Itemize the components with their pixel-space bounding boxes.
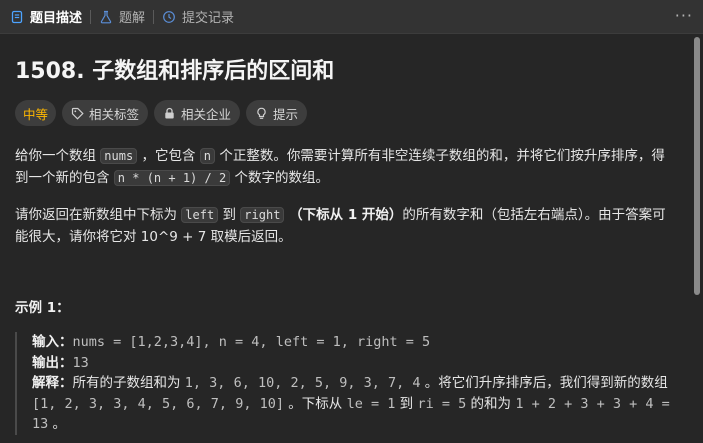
text: 到 (218, 207, 241, 223)
problem-title: 1508. 子数组和排序后的区间和 (15, 59, 335, 84)
inline-code: left (181, 207, 219, 223)
inline-code: n (199, 148, 216, 164)
tab-bar: 题目描述 题解 提交记录 ··· (0, 0, 703, 34)
text: 所有的子数组和为 (72, 375, 185, 391)
output-label: 输出： (32, 354, 73, 371)
text: 。将它们升序排序后，我们得到新的数组 (420, 375, 668, 391)
tab-submissions[interactable]: 提交记录 (154, 0, 242, 34)
tab-submissions-label: 提交记录 (182, 11, 235, 26)
example-output-line: 输出：13 (32, 353, 672, 374)
difficulty-badge: 中等 (15, 100, 57, 126)
example-input-line: 输入：nums = [1,2,3,4], n = 4, left = 1, ri… (32, 332, 672, 353)
tag-row: 中等 相关标签 相关企业 提示 (15, 100, 672, 126)
history-clock-icon (162, 10, 176, 24)
mono-text: le = 1 (346, 395, 396, 412)
example-explanation: 解释：所有的子数组和为 1, 3, 6, 10, 2, 5, 9, 3, 7, … (32, 373, 672, 435)
text: 的和为 (466, 395, 516, 412)
input-value: nums = [1,2,3,4], n = 4, left = 1, right… (72, 334, 431, 350)
text: 请你返回在新数组中下标为 (15, 207, 182, 223)
explanation-label: 解释： (32, 375, 73, 391)
mono-text: [1, 2, 3, 3, 4, 5, 6, 7, 9, 10] (32, 395, 284, 412)
text: ，它包含 (137, 148, 200, 164)
lock-icon (163, 107, 176, 120)
document-icon (10, 10, 24, 24)
lightbulb-icon (255, 107, 268, 120)
mono-text: ri = 5 (417, 395, 467, 412)
text: 。 (48, 416, 67, 432)
related-tags-button[interactable]: 相关标签 (62, 100, 149, 126)
mono-text: 1, 3, 6, 10, 2, 5, 9, 3, 7, 4 (184, 375, 421, 391)
text: 个数字的数组。 (230, 170, 329, 186)
more-options-icon[interactable]: ··· (675, 8, 693, 24)
inline-code: nums (100, 148, 138, 164)
inline-code: right (240, 207, 285, 223)
tab-description[interactable]: 题目描述 (0, 0, 90, 34)
flask-icon (99, 10, 113, 24)
tab-description-label: 题目描述 (30, 11, 83, 26)
example-title: 示例 1： (15, 300, 70, 316)
tag-icon (71, 107, 84, 120)
example-block: 输入：nums = [1,2,3,4], n = 4, left = 1, ri… (15, 332, 672, 435)
output-value: 13 (72, 354, 89, 371)
input-label: 输入： (32, 334, 73, 350)
scrollbar-thumb[interactable] (694, 37, 700, 295)
text: 到 (395, 395, 418, 412)
text: 。下标从 (283, 395, 347, 412)
bold-text: （下标从 1 开始） (284, 207, 403, 223)
related-tags-label: 相关标签 (89, 106, 140, 122)
inline-code: n * (n + 1) / 2 (113, 170, 231, 186)
description-paragraph-2: 请你返回在新数组中下标为 left 到 right （下标从 1 开始）的所有数… (15, 204, 672, 248)
hint-button[interactable]: 提示 (246, 100, 308, 126)
related-companies-label: 相关企业 (181, 106, 232, 122)
problem-description-panel: 1508. 子数组和排序后的区间和 中等 相关标签 相关企业 提示 给你一个数组… (0, 35, 690, 443)
tab-solutions[interactable]: 题解 (91, 0, 153, 34)
description-paragraph-1: 给你一个数组 nums ，它包含 n 个正整数。你需要计算所有非空连续子数组的和… (15, 145, 672, 189)
hint-label: 提示 (273, 106, 299, 122)
related-companies-button[interactable]: 相关企业 (154, 100, 241, 126)
tab-solutions-label: 题解 (119, 11, 146, 26)
text: 给你一个数组 (15, 148, 101, 164)
